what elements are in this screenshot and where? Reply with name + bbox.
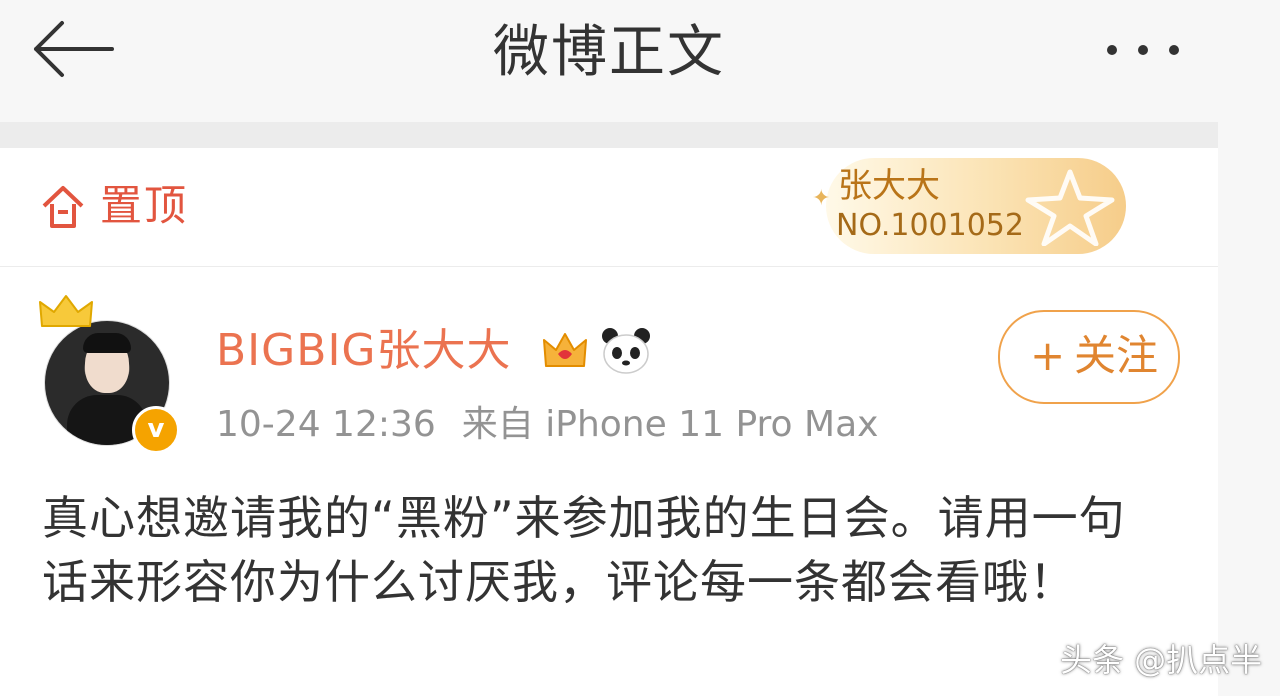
sparkle-icon: ✦	[812, 186, 831, 211]
vip-crown-icon	[543, 333, 587, 367]
pinned-row: 置顶 ✦ 张大大 NO.1001052	[0, 148, 1218, 267]
author-avatar[interactable]: v	[36, 292, 184, 454]
weibo-detail-screen: 微博正文 置顶 ✦ 张大大 NO.1001052 v BIGBIG张大大 10-…	[0, 0, 1218, 696]
crown-icon	[39, 295, 93, 327]
post-meta: 10-24 12:36 来自 iPhone 11 Pro Max	[216, 402, 878, 448]
follow-button[interactable]: + 关注	[998, 310, 1180, 404]
more-dots-icon	[1107, 45, 1179, 55]
plus-icon: +	[1030, 331, 1066, 380]
section-divider	[0, 122, 1218, 148]
follow-label: 关注	[1074, 331, 1159, 380]
star-icon	[1025, 169, 1115, 246]
pin-top-icon	[42, 186, 84, 228]
side-margin	[1218, 0, 1280, 696]
post-timestamp: 10-24 12:36	[216, 404, 436, 445]
post-content: 真心想邀请我的“黑粉”来参加我的生日会。请用一句话来形容你为什么讨厌我，评论每一…	[42, 491, 1126, 609]
top-nav-bar: 微博正文	[0, 0, 1218, 122]
post-source: 来自 iPhone 11 Pro Max	[461, 404, 879, 445]
page-title: 微博正文	[493, 20, 725, 85]
fan-badge-number: NO.1001052	[836, 208, 1024, 243]
author-name[interactable]: BIGBIG张大大	[216, 322, 512, 380]
watermark: 头条 @扒点半	[1060, 641, 1263, 679]
fan-badge-name: 张大大	[838, 166, 940, 206]
fan-badge[interactable]: ✦ 张大大 NO.1001052	[812, 158, 1126, 254]
more-button[interactable]	[1098, 30, 1188, 70]
verified-badge: v	[132, 406, 180, 454]
panda-icon	[602, 328, 650, 374]
pinned-label: 置顶	[100, 181, 189, 230]
